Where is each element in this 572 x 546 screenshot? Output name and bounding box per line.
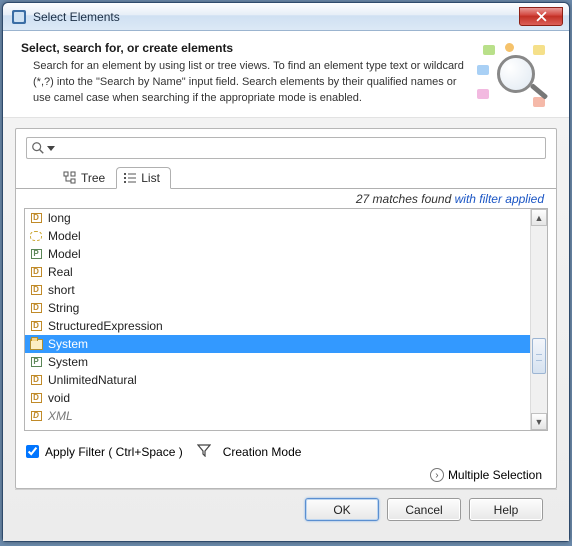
button-bar: OK Cancel Help [15,498,557,533]
datatype-icon: D [29,410,43,423]
close-icon [536,11,547,22]
list-item-label: StructuredExpression [48,319,163,333]
options-row: Apply Filter ( Ctrl+Space ) Creation Mod… [16,437,556,462]
close-button[interactable] [519,7,563,26]
list-icon [123,171,137,185]
funnel-icon[interactable] [197,443,211,460]
list-item-label: Model [48,247,81,261]
tab-list-label: List [141,171,160,185]
search-field[interactable] [26,137,546,159]
filter-applied-link[interactable]: with filter applied [455,192,544,206]
scroll-track[interactable] [531,226,547,413]
list-item[interactable]: Dshort [25,281,530,299]
list-item-label: String [48,301,79,315]
list-item[interactable]: D Real [25,263,530,281]
app-icon [11,9,27,25]
tree-icon [63,171,77,185]
datatype-icon: D [29,302,43,315]
header-illustration [475,41,555,111]
search-icon [31,141,45,155]
dialog-body: Tree List 27 matches found with filter a… [3,118,569,541]
list-item-label: short [48,283,75,297]
datatype-icon: D [29,266,43,279]
datatype-icon: D [29,374,43,387]
package-icon [29,338,43,351]
list-item[interactable]: Model [25,227,530,245]
header-description: Search for an element by using list or t… [21,59,465,107]
list-item-label: XML [48,409,73,423]
apply-filter-label[interactable]: Apply Filter ( Ctrl+Space ) [45,445,183,459]
list-item[interactable]: D StructuredExpression [25,317,530,335]
apply-filter-checkbox[interactable] [26,445,39,458]
results-list-container: DlongModelPModelDRealDshortDStringDStruc… [24,208,548,431]
tab-list[interactable]: List [116,167,171,189]
profile-icon: P [29,356,43,369]
datatype-icon: D [29,320,43,333]
ok-button[interactable]: OK [305,498,379,521]
expand-icon[interactable]: › [430,468,444,482]
header-heading: Select, search for, or create elements [21,41,465,55]
dialog-window: Select Elements Select, search for, or c… [2,2,570,542]
search-input[interactable] [55,138,541,158]
header-panel: Select, search for, or create elements S… [3,31,569,118]
cancel-button[interactable]: Cancel [387,498,461,521]
multiple-selection-label[interactable]: Multiple Selection [448,468,542,482]
list-item[interactable]: D UnlimitedNatural [25,371,530,389]
search-dropdown-icon[interactable] [47,146,55,151]
tab-tree-label: Tree [81,171,105,185]
list-item-label: Model [48,229,81,243]
datatype-icon: D [29,212,43,225]
list-item-label: long [48,211,71,225]
datatype-icon: D [29,284,43,297]
scroll-down-button[interactable]: ▼ [531,413,547,430]
list-item-label: System [48,355,88,369]
profile-icon: P [29,248,43,261]
model-icon [29,230,43,243]
view-tabs: Tree List [16,165,556,189]
results-list[interactable]: DlongModelPModelDRealDshortDStringDStruc… [25,209,530,430]
list-item-label: UnlimitedNatural [48,373,137,387]
list-item[interactable]: Dlong [25,209,530,227]
multiple-selection-row: › Multiple Selection [16,462,556,488]
list-item-label: System [48,337,88,351]
content-panel: Tree List 27 matches found with filter a… [15,128,557,489]
tab-tree[interactable]: Tree [56,167,116,189]
scroll-thumb[interactable] [532,338,546,374]
list-item-label: Real [48,265,73,279]
titlebar: Select Elements [3,3,569,31]
list-item[interactable]: Dvoid [25,389,530,407]
help-button[interactable]: Help [469,498,543,521]
list-item[interactable]: D XML [25,407,530,425]
list-item-label: void [48,391,70,405]
scroll-up-button[interactable]: ▲ [531,209,547,226]
list-item[interactable]: System [25,335,530,353]
list-item[interactable]: P Model [25,245,530,263]
datatype-icon: D [29,392,43,405]
list-item[interactable]: D String [25,299,530,317]
status-line: 27 matches found with filter applied [16,189,556,208]
separator [15,489,557,490]
window-title: Select Elements [33,10,519,24]
match-count: 27 matches found [356,192,455,206]
creation-mode-label[interactable]: Creation Mode [223,445,302,459]
scrollbar[interactable]: ▲ ▼ [530,209,547,430]
list-item[interactable]: P System [25,353,530,371]
